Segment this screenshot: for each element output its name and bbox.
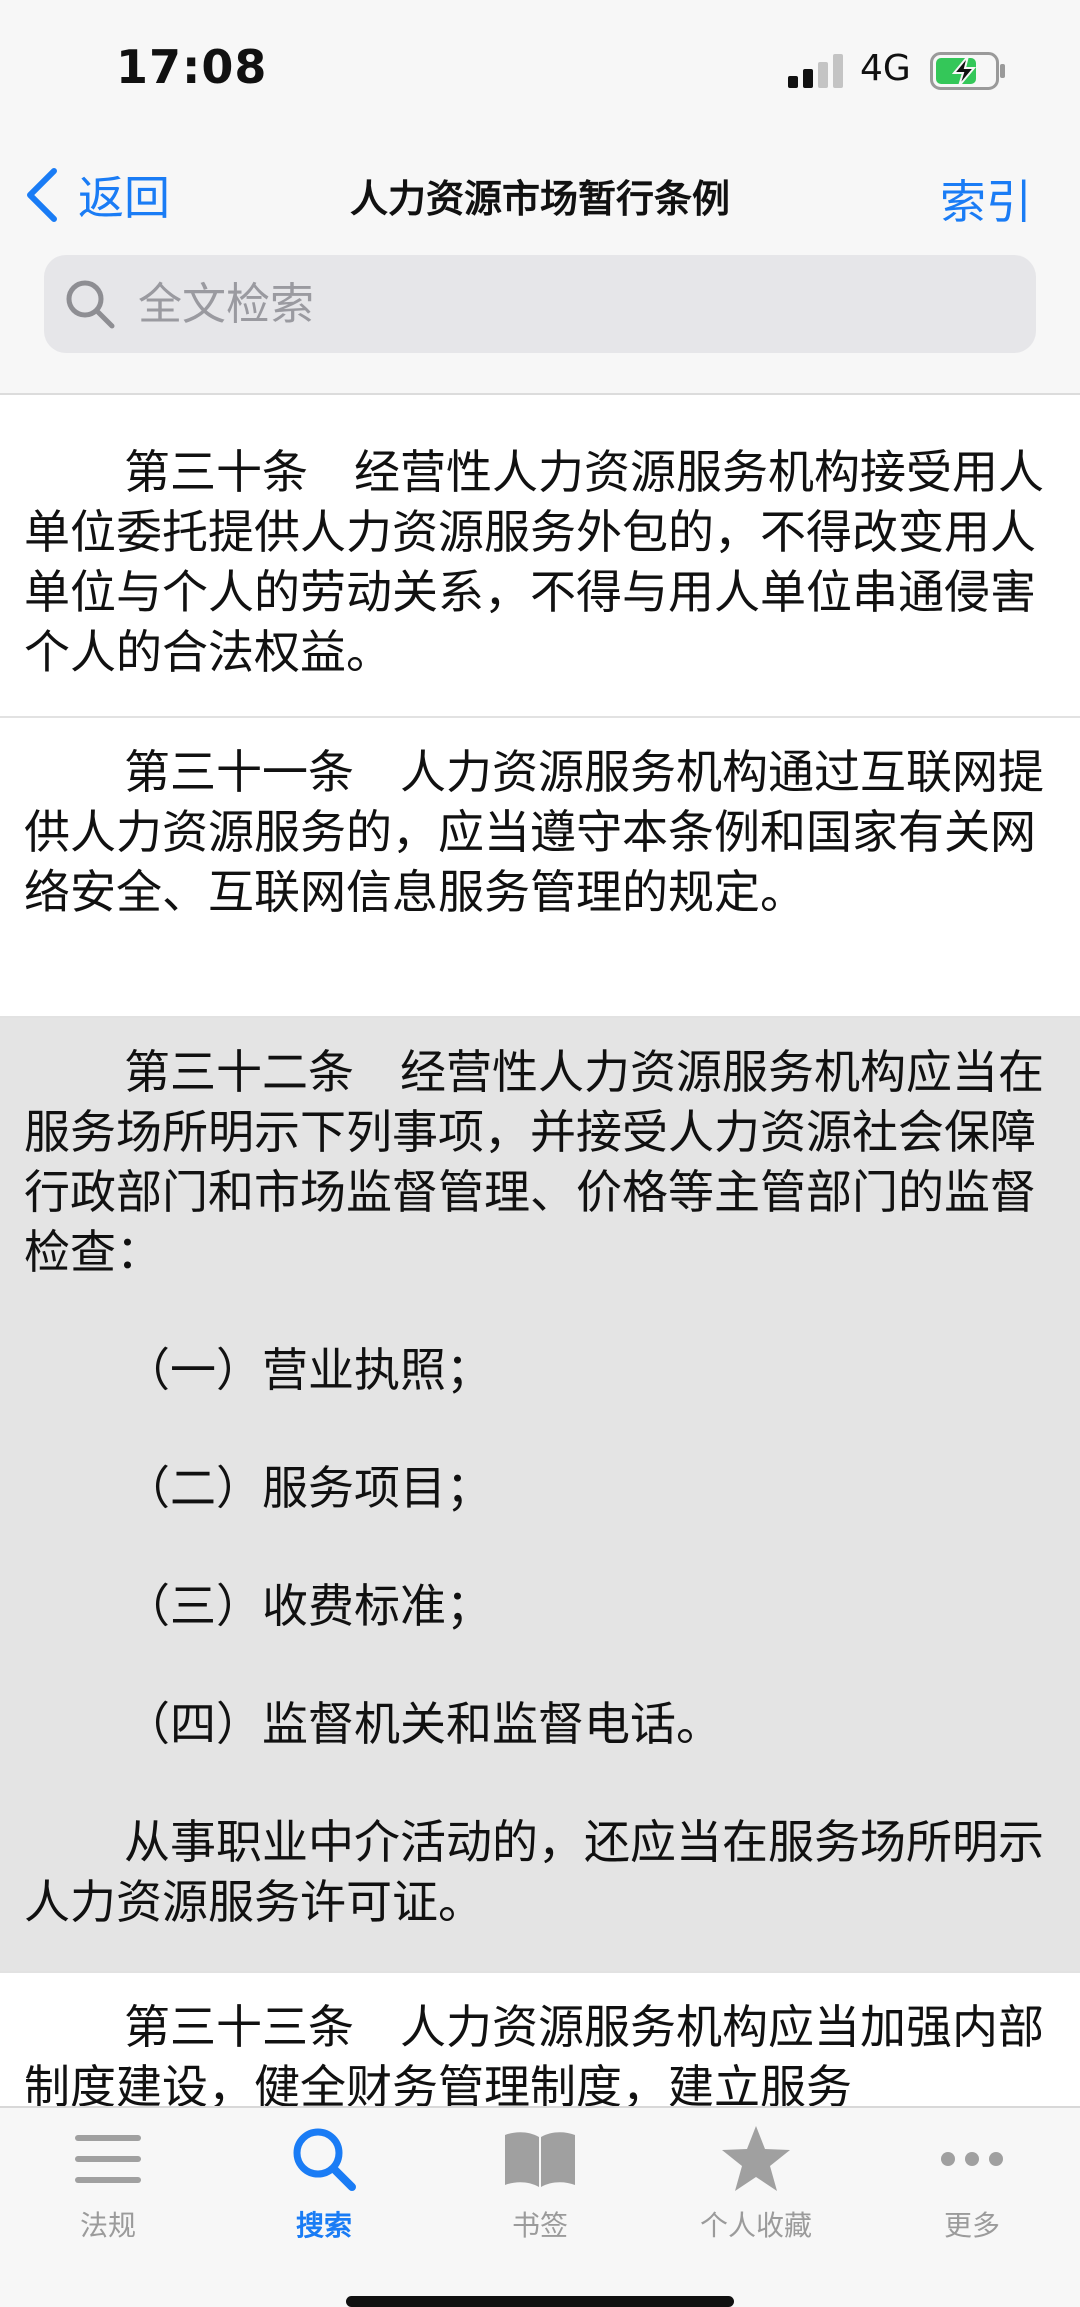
chevron-left-icon	[27, 168, 57, 222]
nav-bar: 返回 人力资源市场暂行条例 索引	[0, 140, 1080, 250]
tab-bar: 法规 搜索 书签 个人收藏 更多	[0, 2106, 1080, 2307]
search-icon	[66, 280, 115, 329]
article-item-highlighted[interactable]: 第三十二条 经营性人力资源服务机构应当在服务场所明示下列事项，并接受人力资源社会…	[0, 1018, 1080, 1973]
search-input[interactable]	[138, 278, 988, 330]
article-paragraph: 从事职业中介活动的，还应当在服务场所明示人力资源服务许可证。	[24, 1815, 1044, 1929]
status-bar: 17:08 4G	[0, 0, 1080, 140]
article-list-item: （一）营业执照；	[124, 1343, 492, 1397]
tab-label: 更多	[943, 2209, 1000, 2242]
more-icon	[935, 2122, 1009, 2196]
book-icon	[503, 2122, 577, 2196]
article-item[interactable]: 第三十条 经营性人力资源服务机构接受用人单位委托提供人力资源服务外包的，不得改变…	[0, 418, 1080, 718]
back-button[interactable]: 返回	[24, 162, 170, 228]
article-paragraph: 第三十二条 经营性人力资源服务机构应当在服务场所明示下列事项，并接受人力资源社会…	[24, 1045, 1044, 1279]
signal-icon	[788, 54, 843, 88]
article-paragraph: 第三十三条 人力资源服务机构应当加强内部制度建设，健全财务管理制度，建立服务	[24, 2000, 1044, 2114]
network-label: 4G	[860, 48, 911, 89]
back-label: 返回	[78, 171, 170, 225]
article-list-item: （二）服务项目；	[124, 1461, 492, 1515]
top-chrome: 17:08 4G 返回 人力资源市场暂行条例 索引	[0, 0, 1080, 395]
tab-label: 搜索	[295, 2209, 352, 2242]
index-button[interactable]: 索引	[940, 166, 1032, 232]
article-item[interactable]: 第三十一条 人力资源服务机构通过互联网提供人力资源服务的，应当遵守本条例和国家有…	[0, 718, 1080, 1018]
tab-label: 书签	[511, 2209, 568, 2242]
tab-more[interactable]: 更多	[864, 2122, 1080, 2262]
list-icon	[71, 2122, 145, 2196]
tab-laws[interactable]: 法规	[0, 2122, 216, 2262]
battery-charging-icon	[930, 52, 1005, 90]
tab-bookmarks[interactable]: 书签	[432, 2122, 648, 2262]
article-paragraph: 第三十条 经营性人力资源服务机构接受用人单位委托提供人力资源服务外包的，不得改变…	[24, 445, 1044, 679]
home-indicator[interactable]	[346, 2296, 734, 2307]
search-icon	[287, 2122, 361, 2196]
tab-label: 法规	[79, 2209, 136, 2242]
article-paragraph: 第三十一条 人力资源服务机构通过互联网提供人力资源服务的，应当遵守本条例和国家有…	[24, 745, 1044, 919]
status-time: 17:08	[116, 40, 268, 94]
tab-search[interactable]: 搜索	[216, 2122, 432, 2262]
tab-favorites[interactable]: 个人收藏	[648, 2122, 864, 2262]
article-list: 第三十条 经营性人力资源服务机构接受用人单位委托提供人力资源服务外包的，不得改变…	[0, 418, 1080, 2173]
star-icon	[719, 2122, 793, 2196]
search-box[interactable]	[44, 255, 1036, 353]
tab-label: 个人收藏	[699, 2209, 812, 2242]
article-list-item: （三）收费标准；	[124, 1579, 492, 1633]
article-list-item: （四）监督机关和监督电话。	[124, 1697, 722, 1751]
page-title: 人力资源市场暂行条例	[349, 177, 730, 221]
